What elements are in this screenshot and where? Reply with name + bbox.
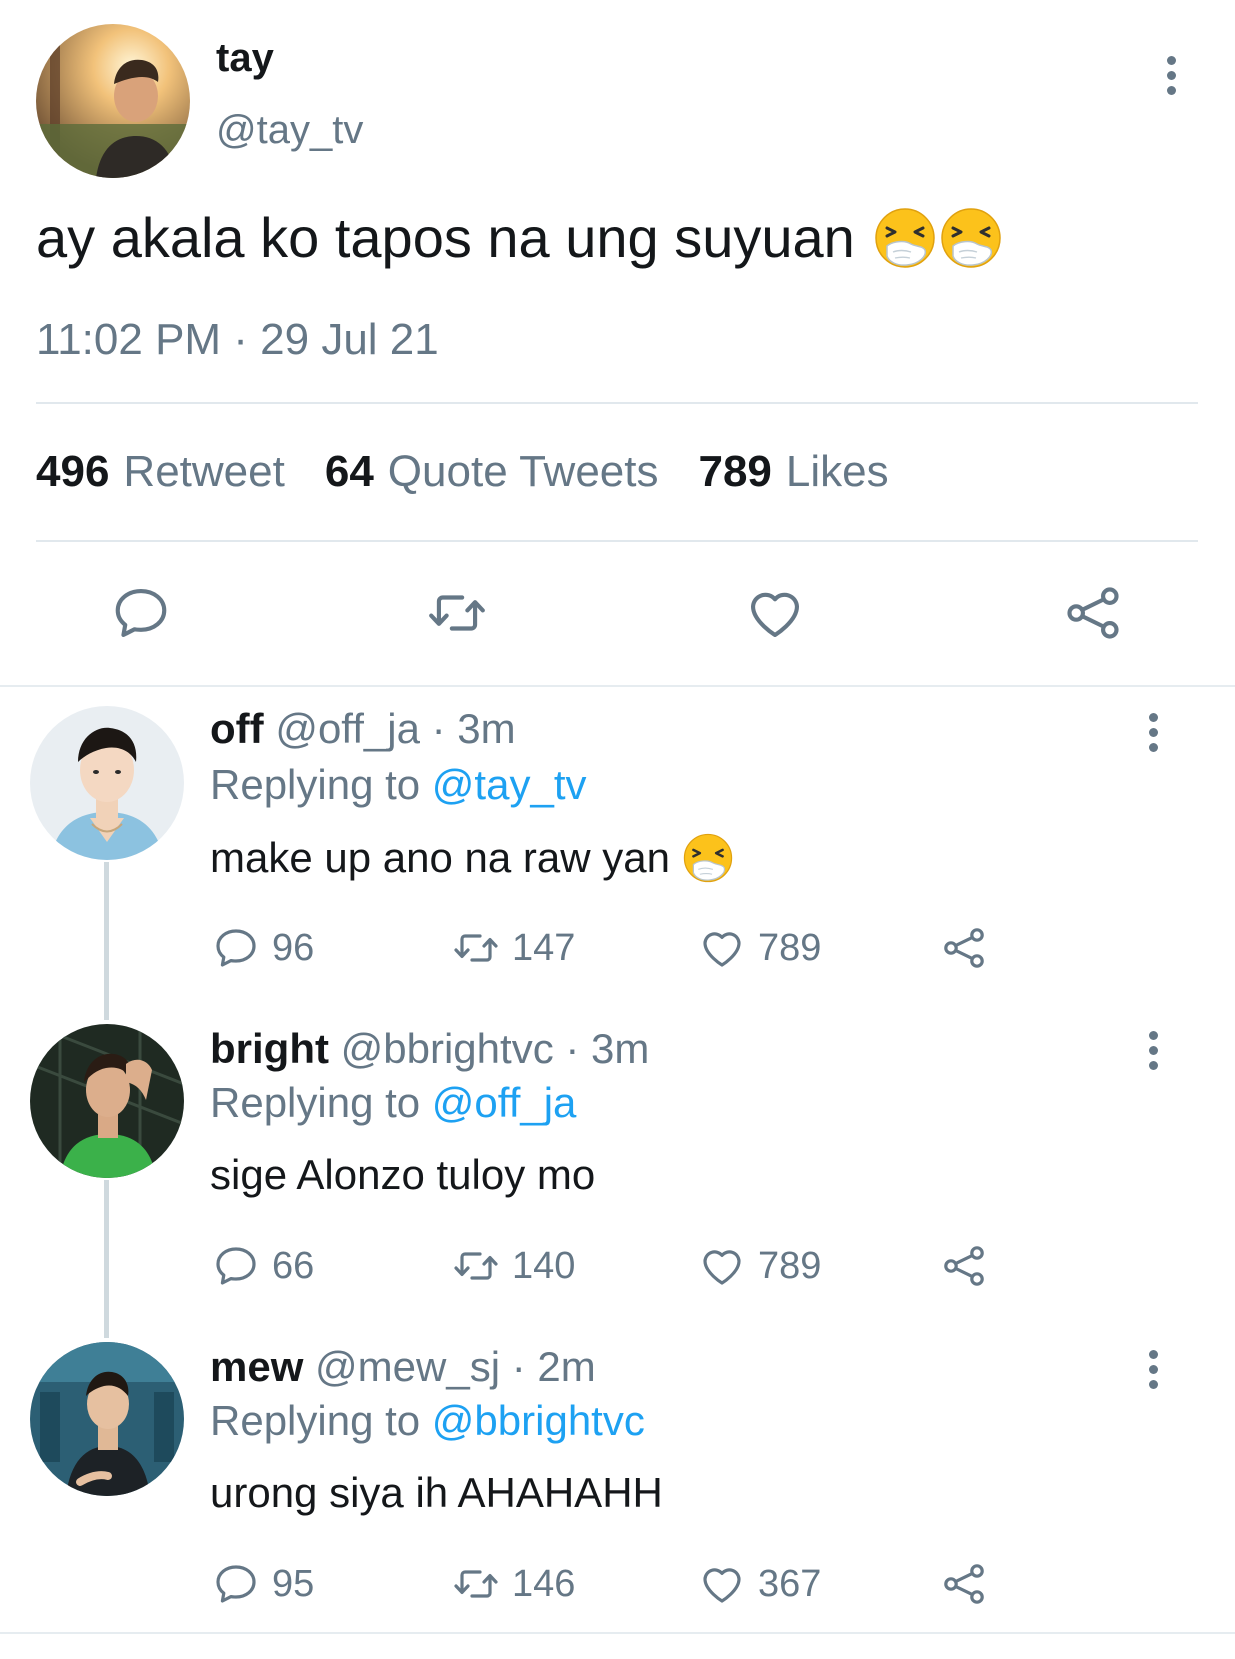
retweet-label: Retweet xyxy=(123,447,285,496)
reply-icon xyxy=(212,1242,260,1290)
retweet-count: 147 xyxy=(512,927,576,969)
display-name[interactable]: tay xyxy=(216,38,274,78)
heart-icon[interactable] xyxy=(744,582,806,644)
reply-display-name[interactable]: mew xyxy=(210,1343,303,1390)
likes-count: 789 xyxy=(698,447,772,496)
thread-connector xyxy=(104,1180,109,1338)
reply-meta: @off_ja · 3m xyxy=(275,705,516,752)
share-button[interactable] xyxy=(940,1242,1000,1290)
reply-header: mew @mew_sj · 2m xyxy=(210,1346,596,1388)
reply-button[interactable]: 66 xyxy=(212,1242,314,1290)
replying-to: Replying to @bbrightvc xyxy=(210,1400,645,1442)
sneezing-face-emoji xyxy=(873,206,937,270)
reply-text: make up ano na raw yan xyxy=(210,832,734,884)
reply-button[interactable]: 95 xyxy=(212,1560,314,1608)
more-options-icon[interactable] xyxy=(1146,713,1160,753)
replying-to-label: Replying to xyxy=(210,761,421,808)
retweet-icon xyxy=(452,1242,500,1290)
replying-to-label: Replying to xyxy=(210,1079,421,1126)
thread-connector xyxy=(104,862,109,1020)
reply-text-content: sige Alonzo tuloy mo xyxy=(210,1151,596,1198)
share-button[interactable] xyxy=(940,1560,1000,1608)
reply-display-name[interactable]: off xyxy=(210,705,264,752)
reply-header: bright @bbrightvc · 3m xyxy=(210,1028,649,1070)
like-count: 367 xyxy=(758,1563,822,1605)
tweet-text: ay akala ko tapos na ung suyuan xyxy=(36,206,1003,270)
likes-stat[interactable]: 789 Likes xyxy=(698,450,888,494)
heart-icon xyxy=(698,1560,746,1608)
reply-count: 95 xyxy=(272,1563,315,1605)
reply-button[interactable]: 96 xyxy=(212,924,314,972)
avatar-off[interactable] xyxy=(30,706,184,860)
reply-text-content: urong siya ih AHAHAHH xyxy=(210,1469,663,1516)
user-handle[interactable]: @tay_tv xyxy=(216,110,363,150)
heart-icon xyxy=(698,1242,746,1290)
retweet-count: 146 xyxy=(512,1563,576,1605)
like-button[interactable]: 789 xyxy=(698,1242,821,1290)
quote-label: Quote Tweets xyxy=(387,447,659,496)
more-options-icon[interactable] xyxy=(1146,1350,1160,1390)
more-options-icon[interactable] xyxy=(1164,56,1178,96)
replying-to-label: Replying to xyxy=(210,1397,421,1444)
divider xyxy=(36,540,1198,542)
reply-display-name[interactable]: bright xyxy=(210,1025,329,1072)
share-icon xyxy=(940,1242,988,1290)
reply-header: off @off_ja · 3m xyxy=(210,708,516,750)
divider xyxy=(36,402,1198,404)
retweet-icon xyxy=(452,1560,500,1608)
reply-meta: @bbrightvc · 3m xyxy=(340,1025,650,1072)
tweet-stats: 496 Retweet 64 Quote Tweets 789 Likes xyxy=(36,450,889,494)
replying-to-mention[interactable]: @off_ja xyxy=(432,1079,577,1126)
retweet-count: 496 xyxy=(36,447,110,496)
reply-icon[interactable] xyxy=(110,582,172,644)
avatar-mew[interactable] xyxy=(30,1342,184,1496)
retweet-icon[interactable] xyxy=(426,582,488,644)
section-divider xyxy=(0,1632,1235,1634)
reply-text: urong siya ih AHAHAHH xyxy=(210,1472,663,1514)
avatar-tay[interactable] xyxy=(36,24,190,178)
heart-icon xyxy=(698,924,746,972)
replying-to: Replying to @off_ja xyxy=(210,1082,576,1124)
reply-text: sige Alonzo tuloy mo xyxy=(210,1154,595,1196)
tweet-timestamp: 11:02 PM · 29 Jul 21 xyxy=(36,315,439,364)
like-button[interactable]: 789 xyxy=(698,924,821,972)
like-button[interactable]: 367 xyxy=(698,1560,821,1608)
like-count: 789 xyxy=(758,927,822,969)
more-options-icon[interactable] xyxy=(1146,1031,1160,1071)
likes-label: Likes xyxy=(785,447,889,496)
retweet-button[interactable]: 140 xyxy=(452,1242,575,1290)
retweet-button[interactable]: 147 xyxy=(452,924,575,972)
share-button[interactable] xyxy=(940,924,1000,972)
replying-to-mention[interactable]: @bbrightvc xyxy=(432,1397,645,1444)
tweet-text-content: ay akala ko tapos na ung suyuan xyxy=(36,206,855,270)
quote-stat[interactable]: 64 Quote Tweets xyxy=(325,450,659,494)
reply-count: 96 xyxy=(272,927,315,969)
retweet-stat[interactable]: 496 Retweet xyxy=(36,450,285,494)
replying-to: Replying to @tay_tv xyxy=(210,764,587,806)
section-divider xyxy=(0,685,1235,687)
retweet-count: 140 xyxy=(512,1245,576,1287)
quote-count: 64 xyxy=(324,447,374,496)
retweet-button[interactable]: 146 xyxy=(452,1560,575,1608)
share-icon xyxy=(940,924,988,972)
avatar-bright[interactable] xyxy=(30,1024,184,1178)
share-icon xyxy=(940,1560,988,1608)
sneezing-face-emoji xyxy=(682,832,734,884)
share-icon[interactable] xyxy=(1062,582,1124,644)
retweet-icon xyxy=(452,924,500,972)
reply-meta: @mew_sj · 2m xyxy=(315,1343,596,1390)
reply-icon xyxy=(212,924,260,972)
reply-count: 66 xyxy=(272,1245,315,1287)
replying-to-mention[interactable]: @tay_tv xyxy=(432,761,587,808)
reply-icon xyxy=(212,1560,260,1608)
sneezing-face-emoji xyxy=(939,206,1003,270)
reply-text-content: make up ano na raw yan xyxy=(210,834,670,881)
like-count: 789 xyxy=(758,1245,822,1287)
